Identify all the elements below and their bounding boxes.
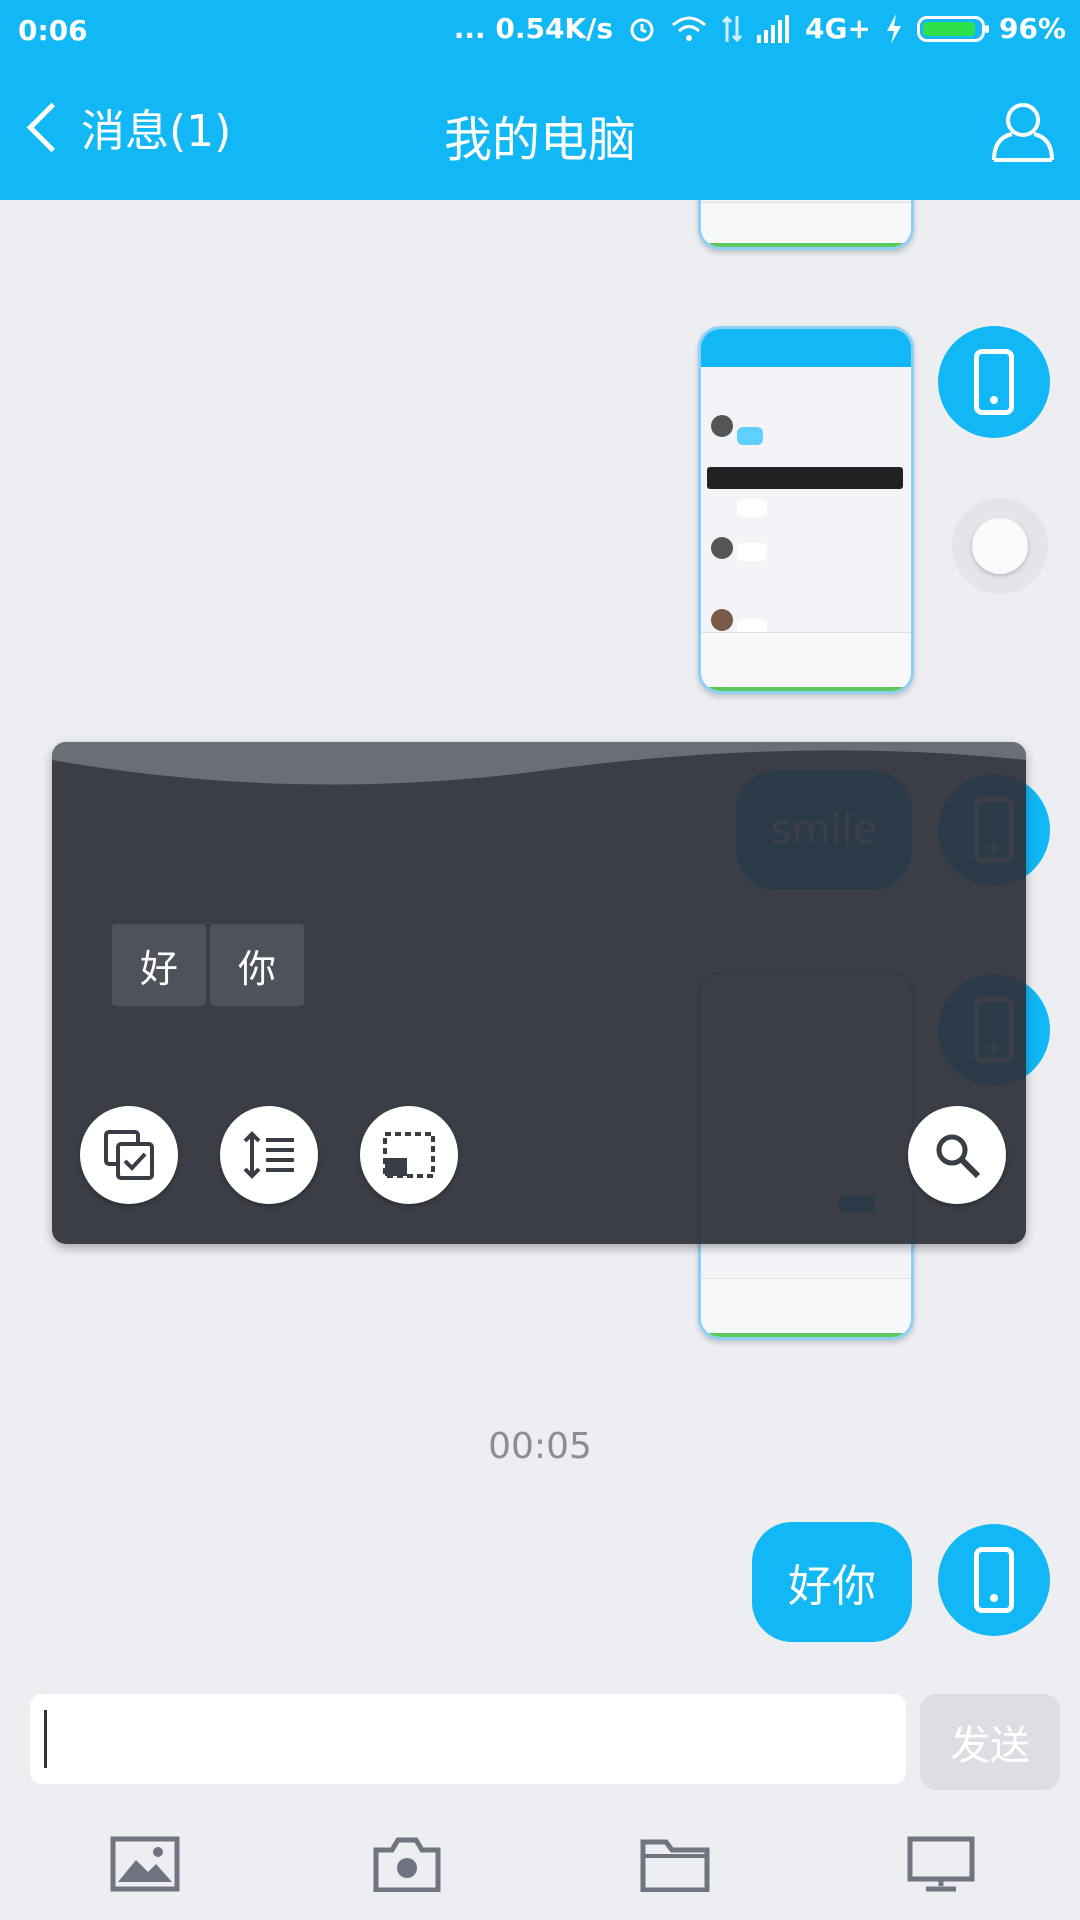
word-chip[interactable]: 你 bbox=[210, 924, 304, 1006]
text-caret bbox=[44, 1710, 47, 1768]
image-message[interactable] bbox=[698, 200, 914, 250]
signal-icon bbox=[757, 14, 790, 43]
message-timestamp: 00:05 bbox=[488, 1426, 592, 1467]
folder-icon[interactable] bbox=[640, 1836, 710, 1892]
line-spacing-icon bbox=[243, 1131, 294, 1179]
avatar[interactable] bbox=[938, 1524, 1050, 1636]
computer-icon[interactable] bbox=[906, 1836, 976, 1892]
message-text: 好你 bbox=[788, 1561, 876, 1612]
message-input[interactable] bbox=[30, 1694, 906, 1784]
image-message[interactable] bbox=[698, 326, 914, 694]
ghost-toggle bbox=[952, 498, 1048, 594]
page-title: 我的电脑 bbox=[443, 112, 636, 168]
status-right: ... 0.54K/s 4G+ 96% bbox=[454, 12, 1066, 45]
wave-decoration bbox=[52, 742, 1026, 785]
word-chip[interactable]: 好 bbox=[112, 924, 206, 1006]
header: 消息(1) 我的电脑 bbox=[0, 62, 1080, 200]
send-button[interactable]: 发送 bbox=[920, 1694, 1060, 1790]
network-type: 4G+ bbox=[805, 12, 871, 45]
phone-icon bbox=[974, 1547, 1014, 1613]
profile-icon[interactable] bbox=[990, 98, 1056, 164]
battery-icon bbox=[916, 15, 989, 42]
network-speed: ... 0.54K/s bbox=[453, 12, 614, 45]
wifi-icon bbox=[672, 16, 707, 41]
camera-icon[interactable] bbox=[372, 1836, 442, 1892]
battery-level: 96% bbox=[998, 12, 1066, 45]
charging-icon bbox=[886, 13, 901, 44]
copy-select-button[interactable] bbox=[80, 1106, 178, 1204]
alarm-icon bbox=[630, 18, 654, 41]
word-chips: 好 你 bbox=[112, 924, 304, 1006]
avatar[interactable] bbox=[938, 326, 1050, 438]
search-icon bbox=[936, 1134, 981, 1179]
image-icon[interactable] bbox=[110, 1836, 180, 1892]
search-button[interactable] bbox=[908, 1106, 1006, 1204]
copy-select-icon bbox=[104, 1130, 154, 1180]
phone-icon bbox=[974, 349, 1014, 415]
status-bar: 0:06 ... 0.54K/s 4G+ 96% bbox=[0, 0, 1080, 62]
fullscreen-crop-button[interactable] bbox=[360, 1106, 458, 1204]
status-time: 0:06 bbox=[18, 14, 88, 47]
text-message[interactable]: 好你 bbox=[752, 1522, 912, 1642]
word-split-panel[interactable]: 好 你 bbox=[52, 742, 1026, 1244]
line-spacing-button[interactable] bbox=[220, 1106, 318, 1204]
fullscreen-crop-icon bbox=[383, 1132, 435, 1178]
data-transfer-icon bbox=[721, 15, 743, 42]
